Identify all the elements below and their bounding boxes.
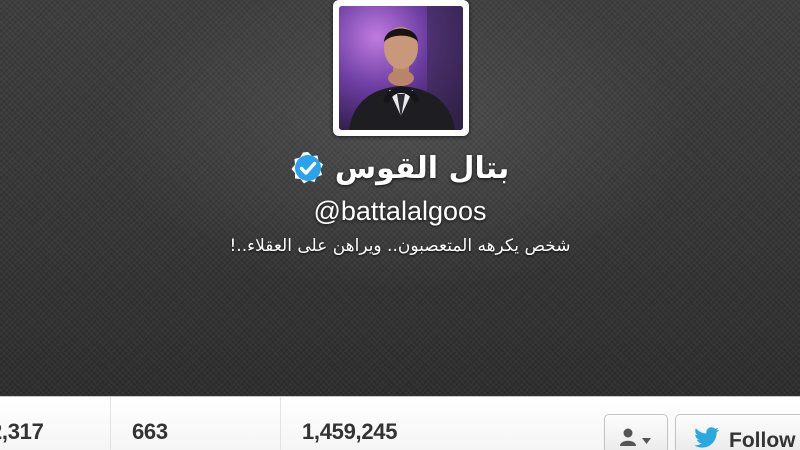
stat-following[interactable]: 663 bbox=[110, 397, 280, 450]
user-actions-button[interactable] bbox=[604, 414, 668, 450]
followers-count: 1,459,245 bbox=[302, 419, 398, 444]
stat-followers[interactable]: 1,459,245 bbox=[280, 397, 480, 450]
profile-bio: شخص يكرهه المتعصبون.. ويراهن على العقلاء… bbox=[229, 236, 571, 256]
caret-down-icon bbox=[642, 431, 651, 449]
tweets-count: 2,317 bbox=[0, 419, 44, 444]
profile-name: بتال القوس bbox=[334, 150, 510, 186]
twitter-bird-icon bbox=[694, 427, 720, 450]
follow-label: Follow bbox=[729, 428, 796, 450]
profile-header: بتال القوس @battalalgoos شخص يكرهه المتع… bbox=[0, 0, 800, 396]
person-icon bbox=[619, 427, 637, 450]
name-row: بتال القوس bbox=[0, 145, 800, 191]
profile-avatar[interactable] bbox=[333, 0, 469, 136]
profile-handle[interactable]: @battalalgoos bbox=[0, 196, 800, 227]
stat-tweets[interactable]: 2,317 bbox=[0, 397, 110, 450]
follow-button[interactable]: Follow bbox=[675, 414, 800, 450]
verified-badge-icon bbox=[291, 151, 325, 185]
following-count: 663 bbox=[132, 419, 168, 444]
avatar-photo bbox=[339, 6, 463, 130]
